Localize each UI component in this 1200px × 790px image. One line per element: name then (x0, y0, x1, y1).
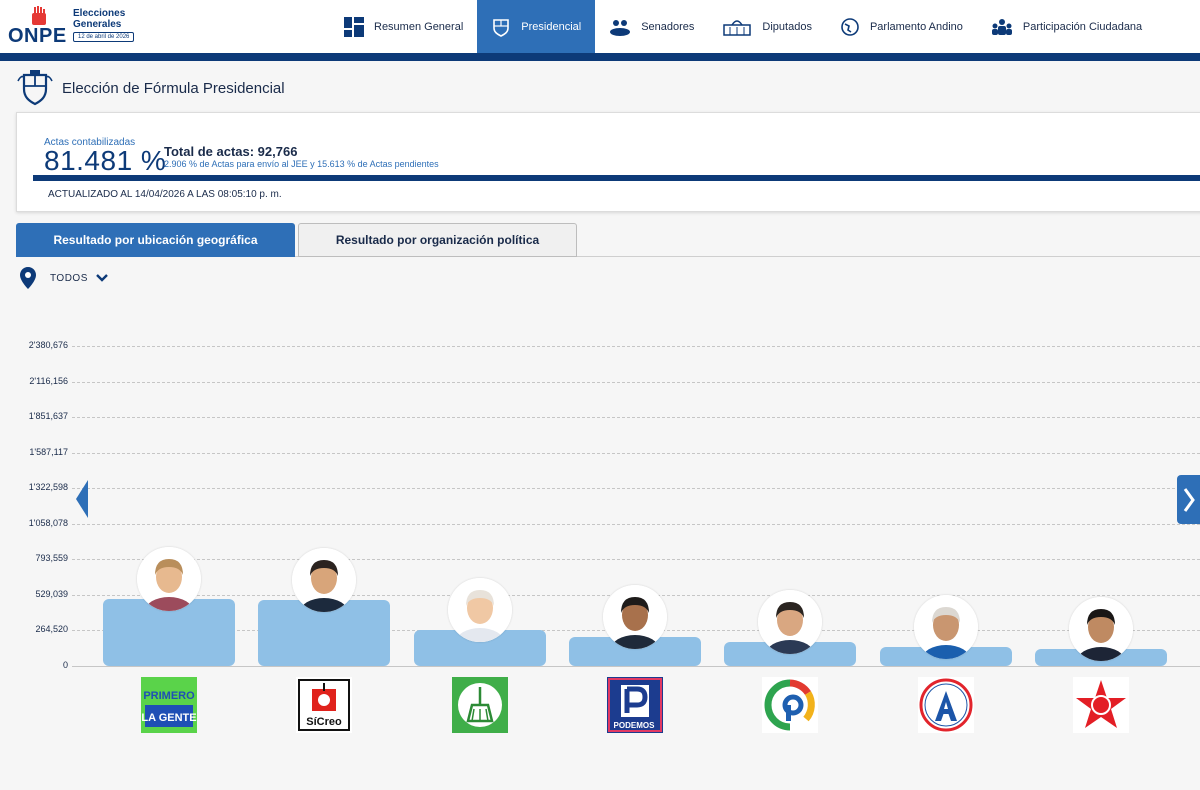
event-title: Elecciones Generales (73, 8, 125, 30)
nav-label: Participación Ciudadana (1022, 20, 1143, 33)
nav-label: Diputados (762, 20, 812, 33)
candidate-photo[interactable] (913, 595, 978, 660)
nav-label: Presidencial (521, 20, 582, 33)
nav-presidencial[interactable]: Presidencial (477, 0, 596, 53)
result-tabs: Resultado por ubicación geográfica Resul… (16, 223, 1200, 257)
brand-name: ONPE (8, 25, 67, 47)
header-divider (0, 53, 1200, 61)
y-tick-label: 529,039 (35, 588, 68, 599)
main-nav: Resumen General Presidencial Senadores D… (330, 0, 1156, 53)
dashboard-grid-icon (344, 16, 364, 37)
tab-political-org[interactable]: Resultado por organización política (298, 223, 577, 257)
nav-label: Resumen General (374, 20, 464, 33)
svg-text:PODEMOS: PODEMOS (613, 721, 655, 730)
event-title-line2: Generales (73, 19, 122, 30)
summary-card: Actas contabilizadas 81.481 % Total de a… (16, 112, 1200, 212)
y-tick-label: 1'058,078 (28, 517, 68, 528)
chart-baseline (72, 666, 1200, 667)
onpe-logo[interactable]: ONPE Elecciones Generales 12 de abril de… (8, 5, 148, 49)
y-tick-label: 0 (62, 660, 68, 670)
peru-coat-of-arms-icon (17, 70, 53, 106)
ballot-hand-icon (32, 6, 46, 25)
location-filter[interactable]: TODOS (18, 266, 108, 290)
andean-globe-icon (841, 17, 859, 36)
gridline (72, 559, 1200, 561)
nav-label: Senadores (641, 20, 695, 33)
page-title-row: Elección de Fórmula Presidencial (16, 68, 285, 108)
pais-para-todos-logo[interactable] (762, 677, 819, 733)
top-navigation-bar: ONPE Elecciones Generales 12 de abril de… (0, 0, 1200, 53)
svg-text:PRIMERO: PRIMERO (143, 690, 195, 702)
chart-prev-arrow-icon[interactable] (76, 480, 88, 518)
page-title: Elección de Fórmula Presidencial (62, 79, 285, 97)
tab-geographic[interactable]: Resultado por ubicación geográfica (16, 223, 295, 257)
gridline (72, 523, 1200, 525)
y-tick-label: 2'380,676 (28, 340, 68, 350)
chevron-right-icon (1183, 487, 1195, 512)
sicreo-logo[interactable]: SíCreo (296, 677, 353, 733)
candidate-photo[interactable] (758, 589, 823, 654)
candidate-photo[interactable] (292, 548, 357, 613)
svg-text:SíCreo: SíCreo (307, 716, 343, 728)
gridline (72, 381, 1200, 383)
peru-libre-logo[interactable] (1072, 677, 1129, 733)
primero-la-gente-logo[interactable]: PRIMERO LA GENTE (141, 677, 197, 733)
presidential-results-chart: 2'380,676 2'116,156 1'851,637 1'587,117 1'32… (0, 330, 1200, 790)
total-actas: Total de actas: 92,766 (164, 144, 298, 159)
chart-next-button[interactable] (1177, 475, 1200, 524)
y-tick-label: 1'587,117 (29, 446, 68, 457)
somos-peru-logo[interactable] (451, 677, 508, 733)
gridline (72, 488, 1200, 490)
actas-progress-bar (33, 175, 1200, 181)
senators-icon (610, 19, 631, 36)
actas-breakdown: 2.906 % de Actas para envío al JEE y 15.… (164, 159, 439, 169)
y-tick-label: 793,559 (35, 553, 68, 564)
people-group-icon (991, 18, 1012, 35)
location-pin-icon (20, 267, 36, 289)
candidate-photo[interactable] (137, 546, 201, 611)
gridline (72, 452, 1200, 454)
filter-label: TODOS (50, 272, 88, 284)
nav-senadores[interactable]: Senadores (595, 0, 708, 53)
event-date-badge: 12 de abril de 2026 (73, 32, 135, 42)
y-tick-label: 1'851,637 (28, 411, 68, 422)
candidate-photo[interactable] (447, 578, 512, 643)
nav-resumen-general[interactable]: Resumen General (330, 0, 477, 53)
nav-label: Parlamento Andino (869, 20, 963, 33)
y-tick-label: 1'322,598 (28, 482, 68, 493)
congress-building-icon (723, 19, 752, 36)
nav-participacion-ciudadana[interactable]: Participación Ciudadana (977, 0, 1156, 53)
last-updated: ACTUALIZADO AL 14/04/2026 A LAS 08:05:10… (48, 189, 282, 200)
chevron-down-icon[interactable] (96, 273, 108, 283)
peru-shield-icon (493, 18, 510, 37)
event-title-line1: Elecciones (73, 8, 126, 19)
nav-diputados[interactable]: Diputados (708, 0, 826, 53)
candidate-photo[interactable] (1068, 596, 1133, 661)
y-tick-label: 264,520 (35, 624, 68, 635)
gridline (72, 346, 1200, 347)
gridline (72, 417, 1200, 419)
svg-text:LA GENTE: LA GENTE (141, 712, 196, 724)
y-tick-label: 2'116,156 (29, 375, 68, 386)
actas-percent: 81.481 % (44, 145, 167, 176)
podemos-logo[interactable]: PODEMOS (606, 677, 663, 733)
alianza-para-el-progreso-logo[interactable] (917, 677, 974, 733)
nav-parlamento-andino[interactable]: Parlamento Andino (826, 0, 977, 53)
candidate-photo[interactable] (602, 585, 667, 650)
